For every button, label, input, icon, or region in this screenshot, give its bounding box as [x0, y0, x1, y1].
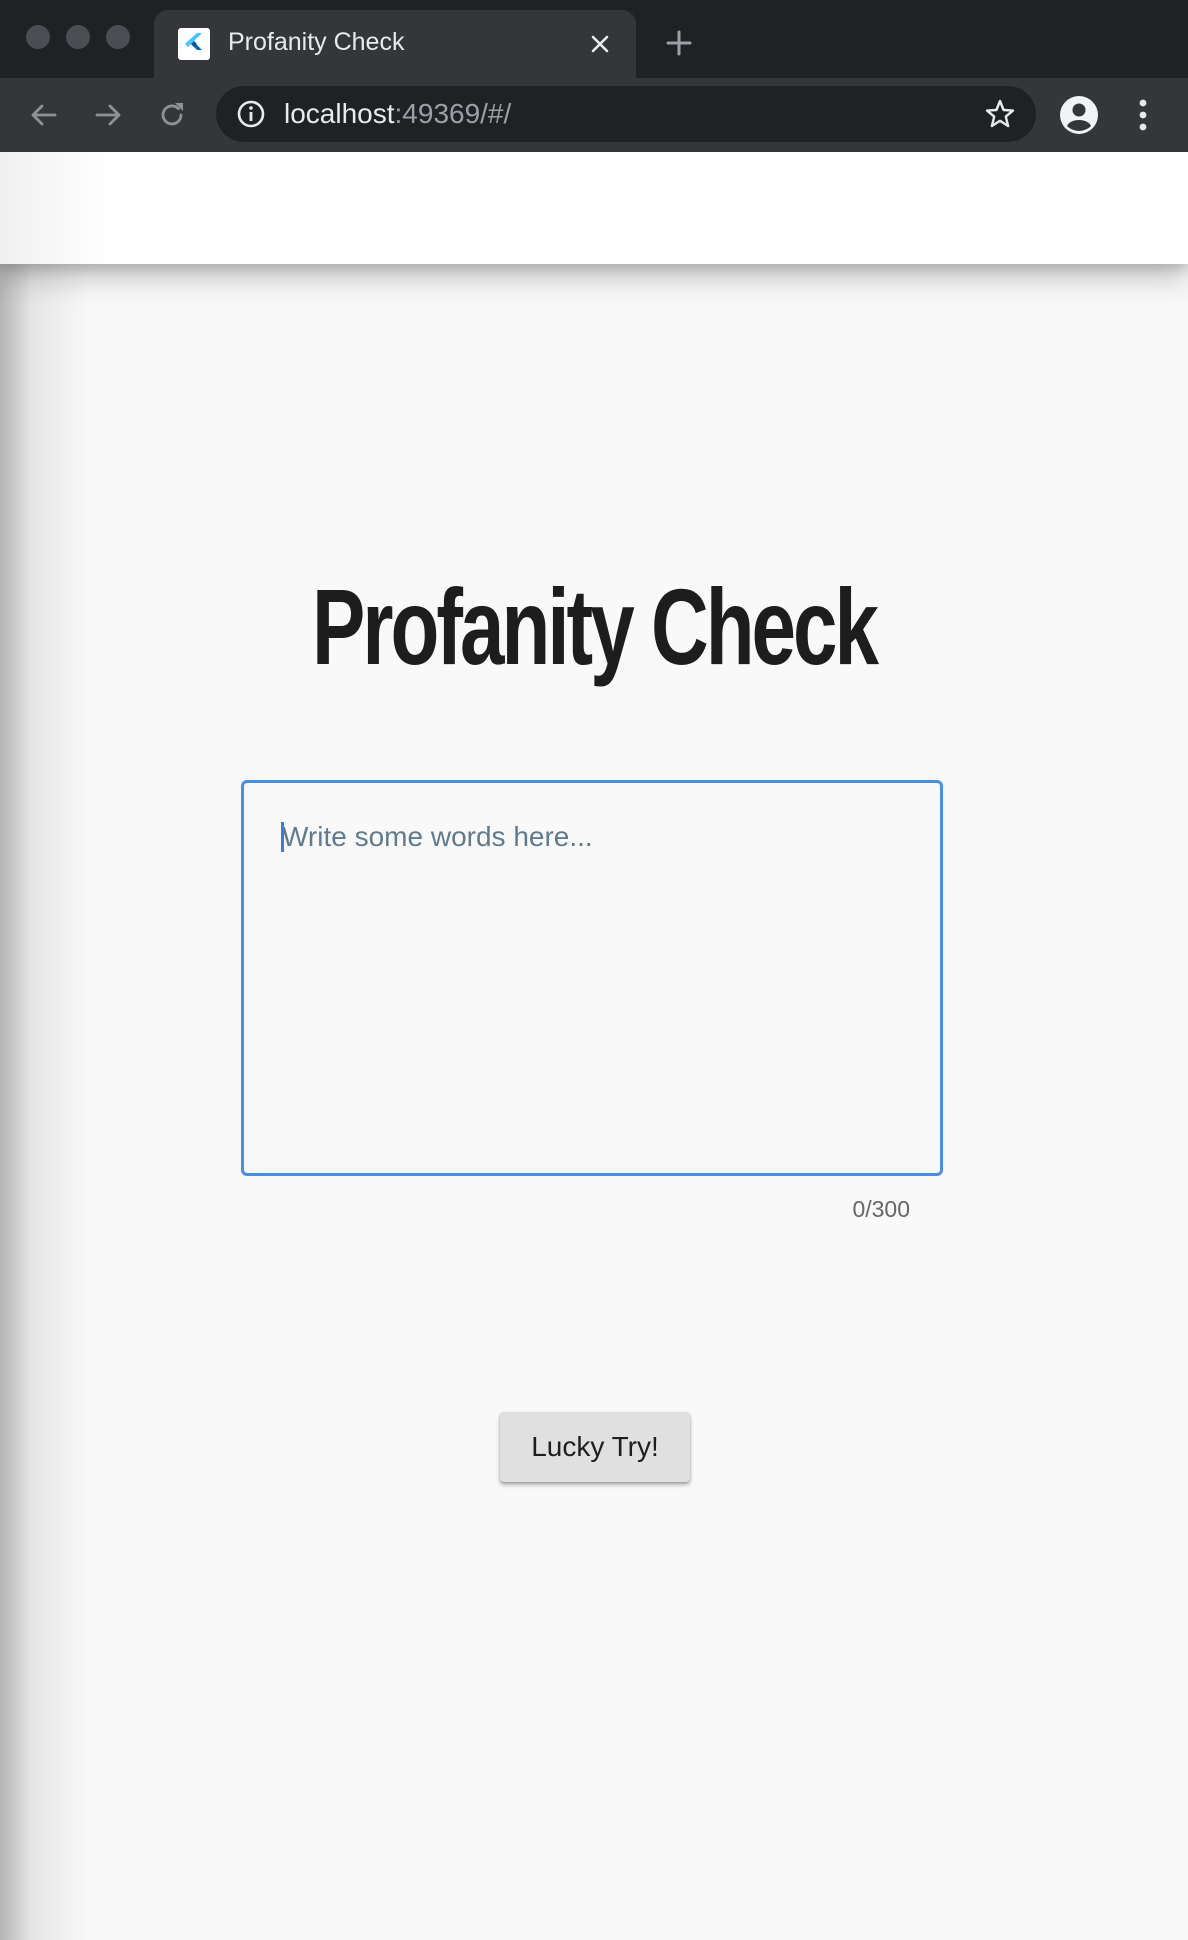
input-placeholder: Write some words here... [282, 821, 593, 852]
reload-icon[interactable] [150, 93, 194, 137]
more-vert-icon[interactable] [1128, 94, 1158, 136]
close-icon[interactable] [584, 28, 616, 60]
browser-tabstrip: Profanity Check [0, 0, 1188, 78]
drawer-edge-shadow [0, 152, 90, 1940]
lucky-try-button[interactable]: Lucky Try! [500, 1412, 690, 1482]
flutter-logo-icon [178, 28, 210, 60]
star-icon[interactable] [984, 98, 1016, 130]
window-close-dot[interactable] [26, 25, 50, 49]
url-path: :49369/#/ [394, 98, 512, 129]
info-icon[interactable] [236, 99, 266, 129]
url-host: localhost [284, 98, 395, 129]
page-title: Profanity Check [311, 566, 879, 687]
address-bar[interactable]: localhost:49369/#/ [216, 86, 1036, 142]
tab-title: Profanity Check [228, 28, 405, 56]
url-text: localhost:49369/#/ [284, 98, 511, 130]
window-maximize-dot[interactable] [106, 25, 130, 49]
window-minimize-dot[interactable] [66, 25, 90, 49]
character-counter: 0/300 [852, 1196, 910, 1222]
app-bar [0, 152, 1188, 264]
account-circle-icon[interactable] [1058, 94, 1100, 136]
arrow-left-icon[interactable] [22, 93, 66, 137]
browser-toolbar: localhost:49369/#/ [0, 78, 1188, 152]
app-bar-edge-shadow [0, 152, 110, 264]
plus-icon[interactable] [662, 26, 696, 60]
words-input[interactable]: Write some words here... [241, 780, 943, 1176]
arrow-right-icon[interactable] [86, 93, 130, 137]
browser-tab[interactable]: Profanity Check [154, 10, 636, 78]
